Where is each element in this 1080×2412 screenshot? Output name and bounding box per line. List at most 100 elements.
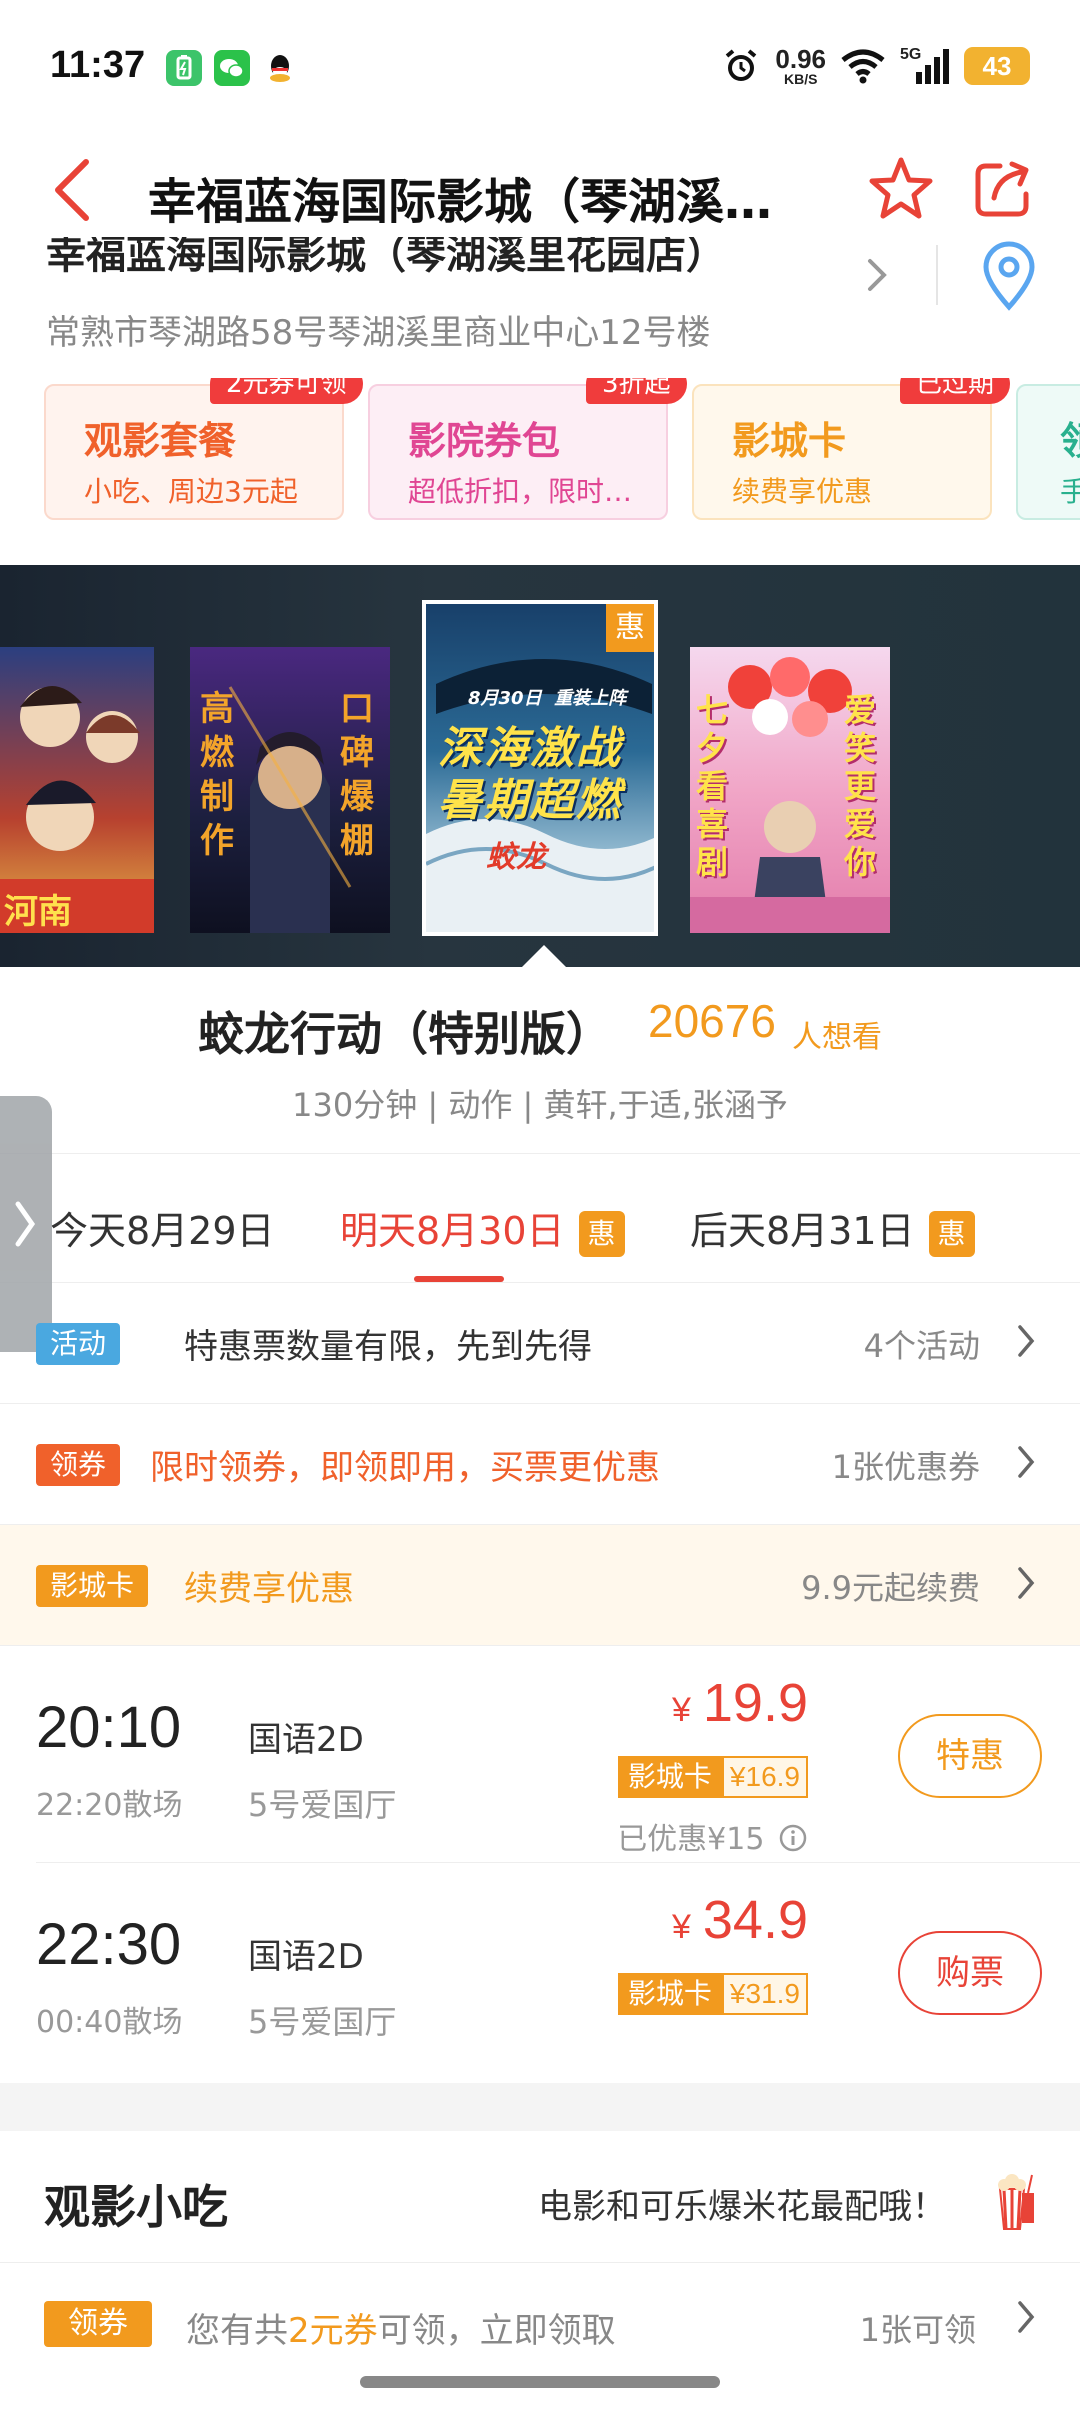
- promo-cards-row: 观影套餐 小吃、周边3元起 影院券包 超低折扣，限时抢购 影城卡 续费享优惠 领…: [0, 378, 1080, 528]
- discount-tag: 惠: [606, 604, 654, 652]
- card-badge: 已过期: [900, 378, 1011, 404]
- signal-icon: 5G: [900, 46, 950, 86]
- card-title: 观影套餐: [84, 419, 237, 463]
- status-indicators: 0.96 KB/S 5G 43: [721, 44, 1030, 88]
- poster-line2: 暑期超燃: [438, 775, 622, 826]
- card-coupon-pack[interactable]: 影院券包 超低折扣，限时抢购: [368, 384, 668, 520]
- location-pin-icon[interactable]: [978, 239, 1040, 311]
- favorite-star-icon[interactable]: [866, 154, 936, 224]
- movie-title: 蛟龙行动（特别版）: [198, 1007, 612, 1061]
- coupon-tag: 领券: [36, 1444, 121, 1486]
- cinema-card-tag: 影城卡: [36, 1565, 149, 1607]
- cinema-card-row[interactable]: 影城卡 续费享优惠 9.9元起续费: [0, 1525, 1080, 1646]
- page-title: 幸福蓝海国际影城（琴湖溪里花园店）: [148, 174, 798, 230]
- snack-slogan: 电影和可乐爆米花最配哦！: [538, 2187, 946, 2227]
- tab-date-tomorrow[interactable]: 明天8月30日惠: [340, 1200, 625, 1257]
- wechat-app-icon: [214, 50, 250, 86]
- coupon-row[interactable]: 领券 限时领券，即领即用，买票更优惠 1张优惠券: [0, 1404, 1080, 1525]
- status-bar: 11:37 0.96 KB/S 5G 43: [0, 0, 1080, 140]
- poster-jiaolong-selected[interactable]: 8月30日 重装上阵 深海激战 暑期超燃 蛟龙 惠: [422, 600, 658, 936]
- discount-tag: 惠: [578, 1210, 625, 1257]
- alarm-icon: [726, 49, 757, 81]
- status-time: 11:37: [50, 44, 146, 86]
- snack-coupon-row[interactable]: 领券 您有共2元券可领，立即领取 1张可领: [0, 2263, 1080, 2383]
- want-count: 20676: [648, 995, 776, 1047]
- chevron-right-icon: [1018, 1446, 1035, 1478]
- show-hall: 5号爱国厅: [248, 2003, 397, 2041]
- poster-text-left: 高燃制作: [200, 689, 234, 861]
- activity-text: 特惠票数量有限，先到先得: [184, 1327, 592, 1367]
- poster-text-left: 七夕看喜剧: [696, 691, 729, 881]
- home-indicator[interactable]: [360, 2376, 720, 2388]
- card-snack-package[interactable]: 观影套餐 小吃、周边3元起: [44, 384, 344, 520]
- show-start-time: 20:10: [36, 1695, 182, 1760]
- chevron-right-icon: [1018, 1567, 1035, 1599]
- card-badge: 3折起: [586, 378, 687, 404]
- back-arrow-icon[interactable]: [48, 154, 96, 226]
- buy-ticket-button[interactable]: 购票: [898, 1931, 1042, 2015]
- movie-info: 蛟龙行动（特别版） 20676 人想看 130分钟 | 动作 | 黄轩,于适,张…: [0, 968, 1080, 1153]
- poster-qixi[interactable]: 七夕看喜剧 爱笑更爱你: [690, 647, 890, 933]
- chevron-right-icon: [1018, 2301, 1035, 2333]
- activity-row[interactable]: 活动 特惠票数量有限，先到先得 4个活动: [0, 1283, 1080, 1404]
- card-subtitle: 续费享优惠: [732, 475, 873, 508]
- selected-poster-pointer: [522, 945, 566, 967]
- net-speed: 0.96 KB/S: [775, 44, 826, 87]
- cinema-info[interactable]: 幸福蓝海国际影城（琴湖溪里花园店） 常熟市琴湖路58号琴湖溪里商业中心12号楼: [0, 237, 1080, 375]
- show-price: ¥34.9: [671, 1890, 808, 1950]
- coupon-text: 您有共2元券可领，立即领取: [186, 2311, 616, 2351]
- card-subtitle: 超低折扣，限时抢购: [408, 475, 648, 508]
- show-end-time: 22:20散场: [36, 1788, 183, 1823]
- card-partial[interactable]: 领 手: [1016, 384, 1080, 520]
- battery-indicator: 43: [964, 47, 1030, 85]
- poster-carousel[interactable]: 河南 高燃制作 口碑爆棚 8月30日 重装上阵 深海激战 暑期超燃 蛟龙 惠 七…: [0, 565, 1080, 967]
- activity-tag: 活动: [36, 1323, 121, 1365]
- show-language: 国语2D: [248, 1720, 364, 1760]
- card-price: 影城卡 ¥16.9: [617, 1756, 808, 1798]
- card-title: 领: [1060, 419, 1080, 463]
- show-discount: 已优惠¥15: [617, 1814, 808, 1858]
- poster-conan[interactable]: 河南: [0, 647, 154, 933]
- cinema-address: 常熟市琴湖路58号琴湖溪里商业中心12号楼: [46, 313, 711, 353]
- show-end-time: 00:40散场: [36, 2005, 183, 2040]
- card-badge: 2元券可领: [210, 378, 363, 404]
- discount-tag: 惠: [928, 1210, 975, 1257]
- poster-text-right: 口碑爆棚: [340, 689, 374, 861]
- card-subtitle: 小吃、周边3元起: [84, 475, 298, 508]
- coupon-tag: 领券: [44, 2301, 152, 2347]
- info-icon[interactable]: [778, 1823, 808, 1853]
- poster-date: 8月30日 重装上阵: [468, 688, 627, 709]
- card-subtitle: 手: [1060, 470, 1080, 510]
- share-icon[interactable]: [970, 156, 1036, 222]
- cinema-card-renew: 9.9元起续费: [801, 1569, 980, 1607]
- show-language: 国语2D: [248, 1937, 364, 1977]
- card-title: 影城卡: [732, 419, 847, 463]
- chevron-right-icon: [868, 259, 887, 291]
- section-gap: [0, 2083, 1080, 2131]
- coupon-count: 1张可领: [859, 2311, 976, 2349]
- showtime-row[interactable]: 22:30 00:40散场 国语2D 5号爱国厅 ¥34.9 影城卡 ¥31.9 …: [0, 1863, 1080, 2083]
- show-hall: 5号爱国厅: [248, 1786, 397, 1824]
- tab-date-day-after[interactable]: 后天8月31日惠: [690, 1200, 975, 1257]
- chevron-right-icon: [1018, 1325, 1035, 1357]
- divider: [936, 245, 938, 305]
- tab-date-today[interactable]: 今天8月29日: [50, 1200, 275, 1255]
- poster-text-right: 爱笑更爱你: [844, 691, 877, 881]
- snack-title: 观影小吃: [44, 2180, 228, 2234]
- active-tab-indicator: [414, 1276, 504, 1282]
- coupon-text: 限时领券，即领即用，买票更优惠: [150, 1448, 660, 1488]
- wifi-icon: [841, 49, 885, 84]
- poster-nezha[interactable]: 高燃制作 口碑爆棚: [190, 647, 390, 933]
- show-price: ¥19.9: [671, 1673, 808, 1733]
- coupon-count: 1张优惠券: [831, 1448, 980, 1486]
- special-offer-button[interactable]: 特惠: [898, 1714, 1042, 1798]
- svg-text:河南: 河南: [4, 892, 72, 932]
- card-cinema-card[interactable]: 影城卡 续费享优惠: [692, 384, 992, 520]
- showtime-row[interactable]: 20:10 22:20散场 国语2D 5号爱国厅 ¥19.9 影城卡 ¥16.9 …: [0, 1646, 1080, 1863]
- want-label: 人想看: [792, 1020, 882, 1055]
- activity-count: 4个活动: [863, 1327, 980, 1365]
- card-price: 影城卡 ¥31.9: [617, 1973, 808, 2015]
- card-title: 影院券包: [408, 419, 561, 463]
- chevron-right-icon: [15, 1201, 36, 1247]
- qq-app-icon: [262, 50, 298, 86]
